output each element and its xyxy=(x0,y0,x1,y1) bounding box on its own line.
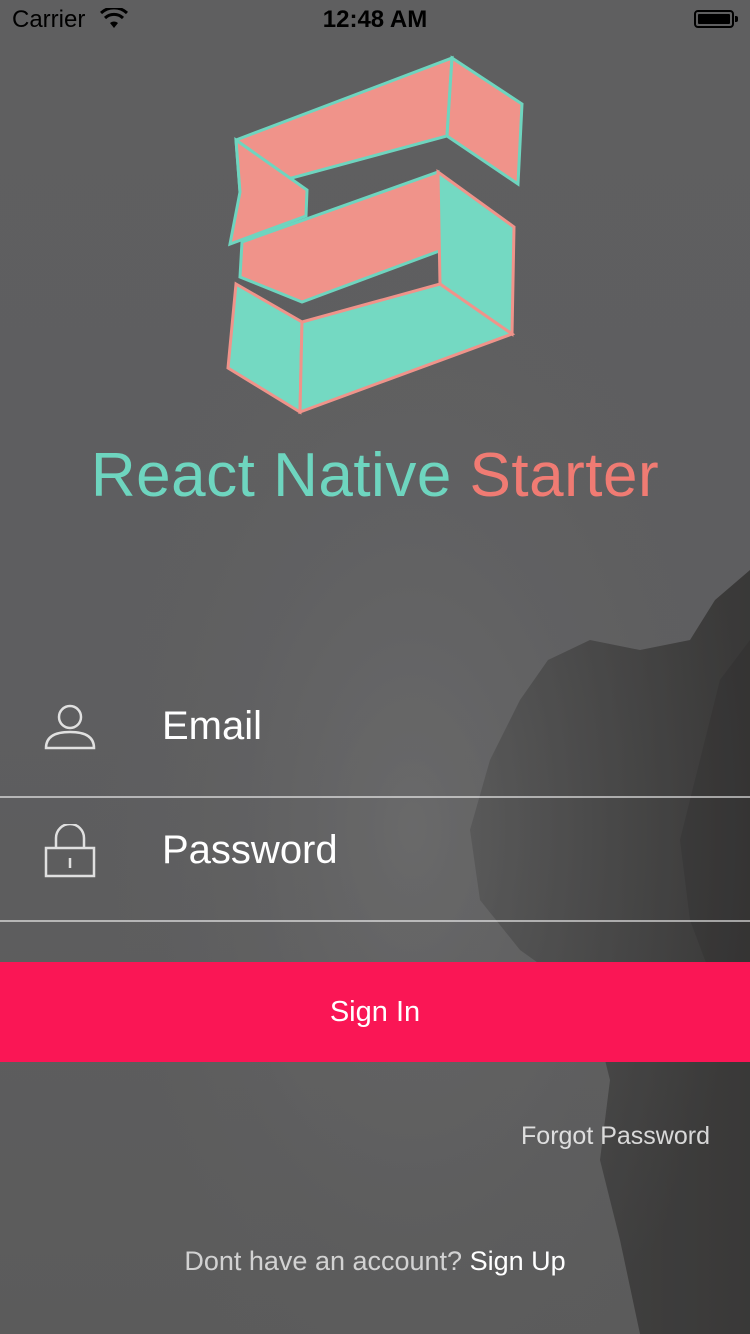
status-time: 12:48 AM xyxy=(322,6,428,33)
app-title-part1: React Native xyxy=(90,441,470,510)
signup-prompt: Dont have an account? Sign Up xyxy=(0,1246,750,1277)
sign-up-link[interactable]: Sign Up xyxy=(470,1246,566,1276)
sign-in-button[interactable]: Sign In xyxy=(0,962,750,1062)
battery-icon xyxy=(694,10,738,28)
forgot-password-link[interactable]: Forgot Password xyxy=(521,1122,710,1151)
app-title: React Native Starter xyxy=(0,440,750,511)
app-title-part2: Starter xyxy=(469,441,660,510)
user-icon xyxy=(44,704,96,750)
react-native-starter-logo xyxy=(226,55,524,415)
password-field[interactable]: Password xyxy=(0,798,750,922)
email-placeholder: Email xyxy=(162,704,263,748)
password-placeholder: Password xyxy=(162,828,338,872)
lock-icon xyxy=(44,824,96,878)
email-field[interactable]: Email xyxy=(0,674,750,798)
no-account-text: Dont have an account? xyxy=(184,1246,470,1276)
status-bar: Carrier 12:48 AM xyxy=(0,0,750,40)
